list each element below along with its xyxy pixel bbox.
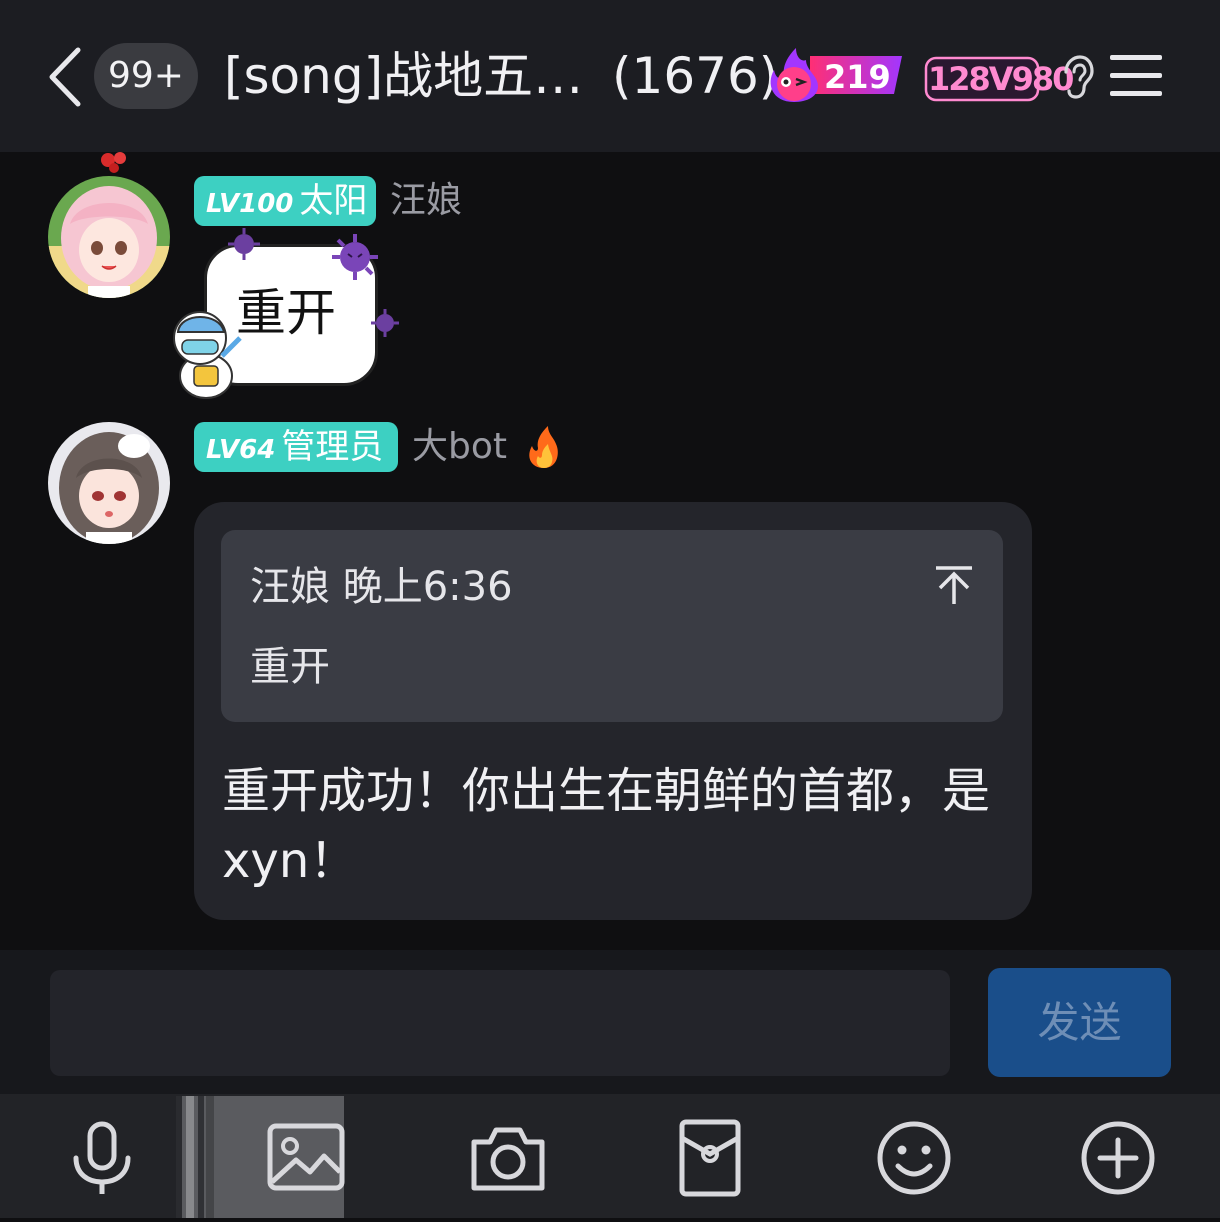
ear-icon[interactable] bbox=[1056, 54, 1096, 100]
message-input[interactable] bbox=[50, 970, 950, 1076]
group-number-badge[interactable]: 128V980 bbox=[928, 58, 1074, 100]
sender-name[interactable]: 大bot bbox=[412, 422, 507, 472]
chat-title[interactable]: [song]战地五… bbox=[224, 40, 583, 112]
quote-time: 晚上6:36 bbox=[342, 564, 513, 610]
message-text: 重开成功！你出生在朝鲜的首都，是xyn！ bbox=[222, 763, 991, 889]
level-label: LV64 bbox=[206, 435, 276, 465]
send-button[interactable]: 发送 bbox=[988, 968, 1171, 1077]
role-label: 太阳 bbox=[299, 181, 368, 221]
avatar-ornament-icon bbox=[101, 152, 126, 173]
virus-icon bbox=[371, 309, 399, 337]
jump-to-quote-icon[interactable] bbox=[934, 564, 974, 606]
camera-icon[interactable] bbox=[468, 1118, 548, 1198]
red-packet-icon[interactable] bbox=[670, 1118, 750, 1198]
virus-icon bbox=[332, 234, 378, 280]
quoted-message[interactable] bbox=[221, 530, 1003, 722]
plus-icon[interactable] bbox=[1078, 1118, 1158, 1198]
virus-icon bbox=[228, 228, 260, 260]
quote-header: 汪娘 晚上6:36 bbox=[250, 560, 513, 614]
avatar[interactable] bbox=[48, 176, 170, 298]
microphone-icon[interactable] bbox=[62, 1118, 142, 1198]
member-count[interactable]: (1676) bbox=[612, 40, 778, 112]
quote-text: 重开 bbox=[250, 644, 330, 690]
back-icon[interactable] bbox=[44, 46, 88, 108]
image-icon[interactable] bbox=[266, 1118, 346, 1198]
level-badge: LV100 太阳 bbox=[194, 176, 376, 226]
level-badge: LV64 管理员 bbox=[194, 422, 398, 472]
unread-badge[interactable]: 99+ bbox=[94, 43, 198, 109]
quote-author: 汪娘 bbox=[250, 564, 330, 610]
sticker-text: 重开 bbox=[236, 284, 336, 342]
fire-streak-count: 219 bbox=[824, 58, 891, 96]
doctor-icon bbox=[173, 311, 242, 399]
avatar[interactable] bbox=[48, 422, 170, 544]
emoji-icon[interactable] bbox=[874, 1118, 954, 1198]
menu-icon[interactable] bbox=[1108, 52, 1164, 100]
level-label: LV100 bbox=[206, 189, 294, 219]
fire-icon bbox=[529, 426, 558, 468]
role-label: 管理员 bbox=[281, 427, 384, 467]
sender-name[interactable]: 汪娘 bbox=[390, 176, 462, 226]
